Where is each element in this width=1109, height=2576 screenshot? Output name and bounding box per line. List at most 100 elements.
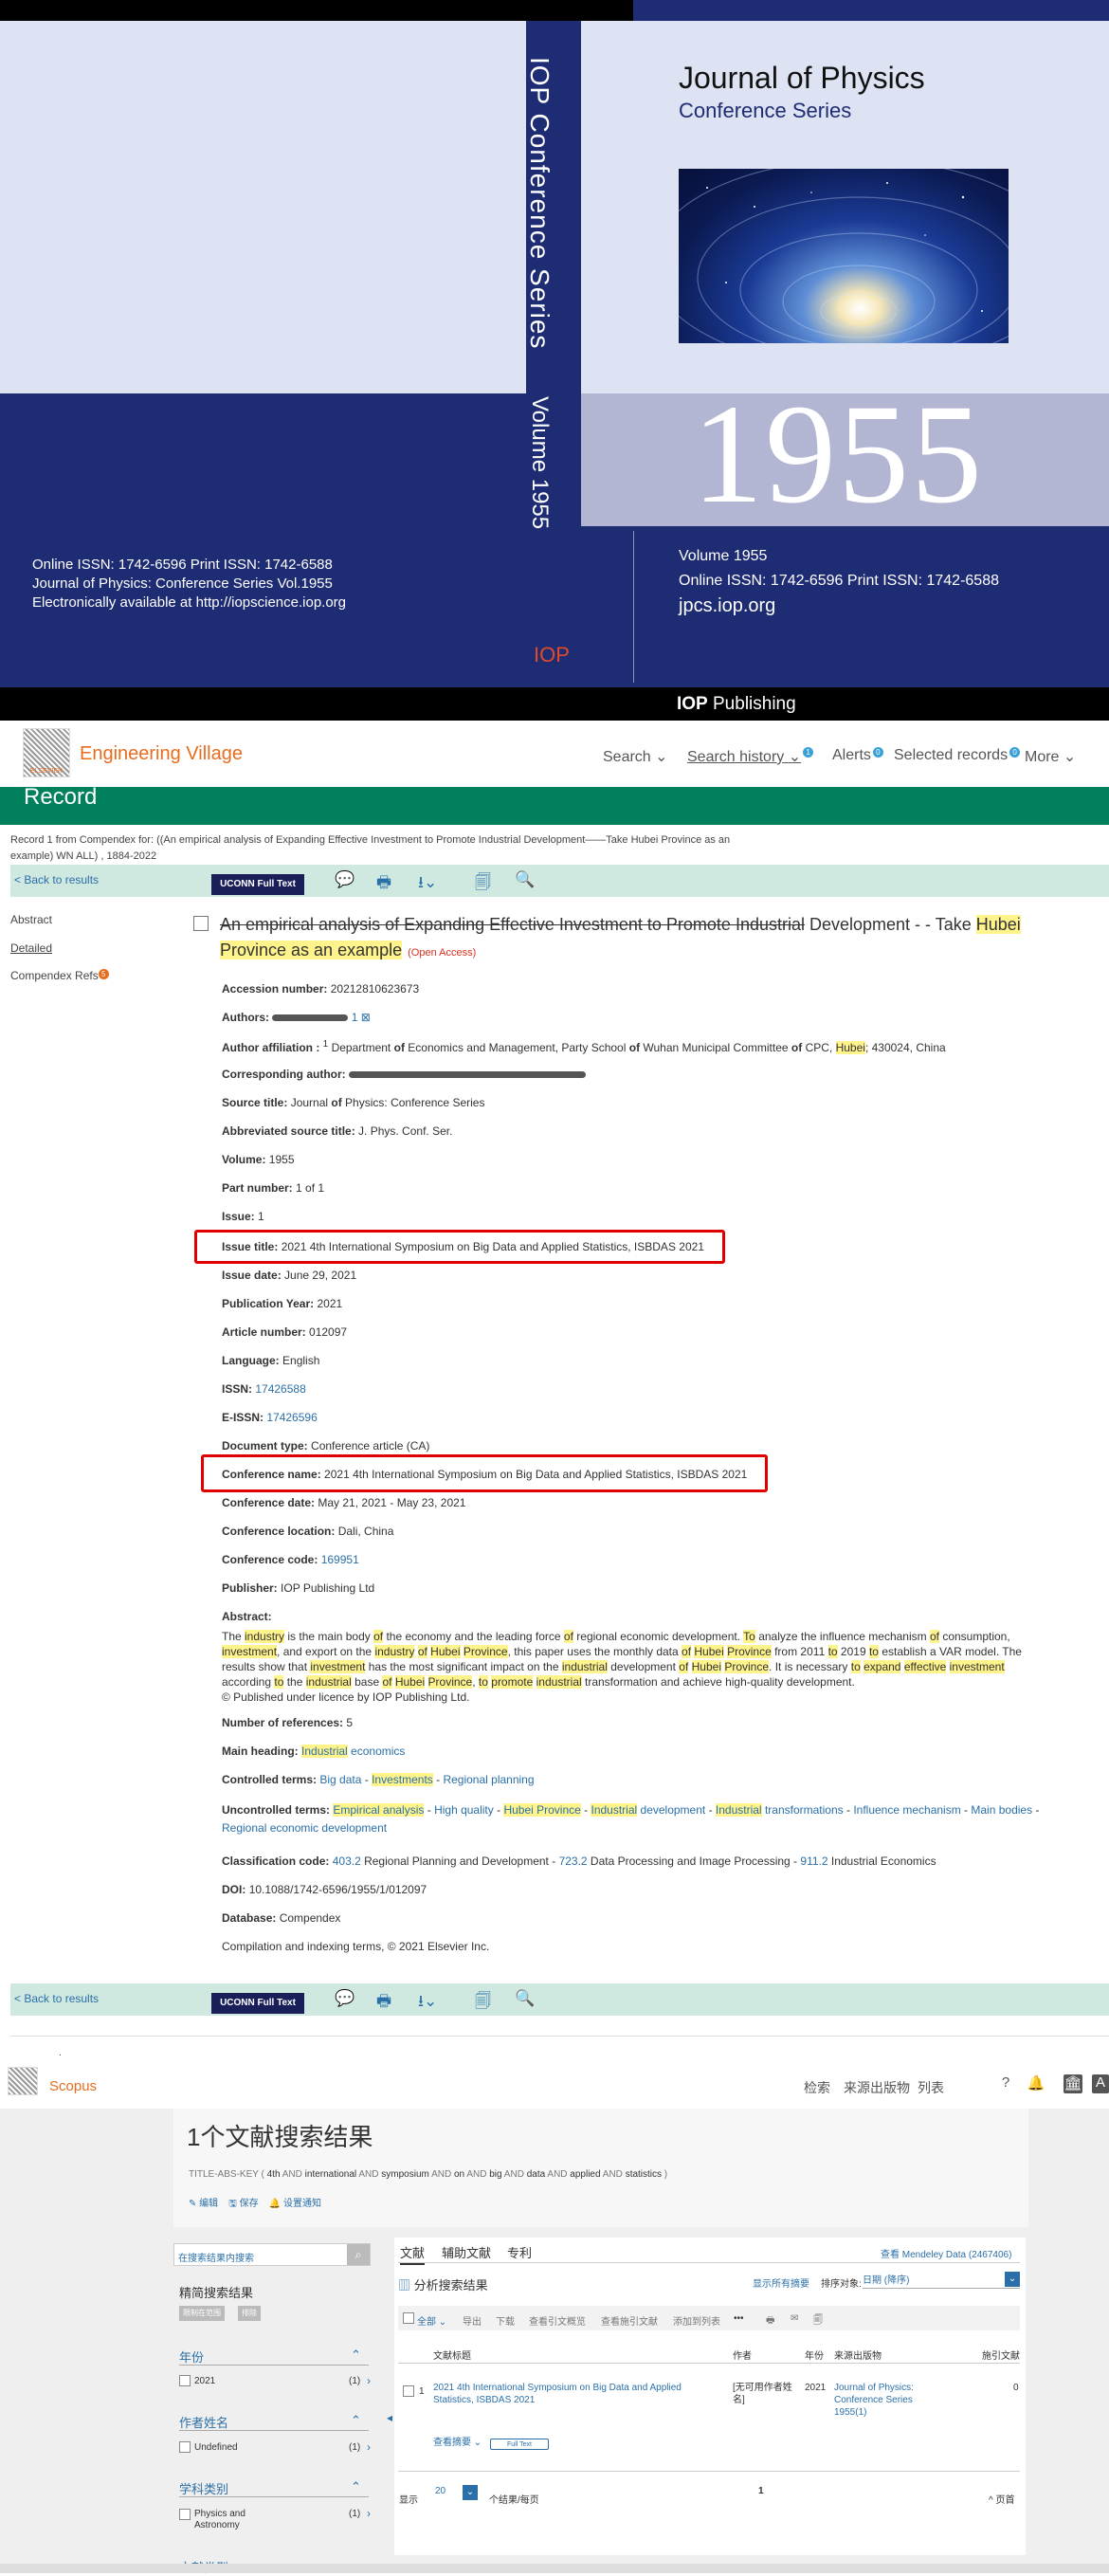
results-per-page-select[interactable]: 20 [435, 2486, 445, 2496]
chevron-up-icon[interactable]: ⌃ [351, 2413, 361, 2428]
download-icon[interactable]: ⭳⌄ [418, 870, 437, 898]
set-alert-button[interactable]: 🔔 设置通知 [269, 2199, 321, 2209]
back-to-results-link[interactable]: < Back to results [14, 873, 99, 886]
more-options-icon[interactable]: ••• [734, 2313, 744, 2324]
comment-icon[interactable]: 💬 [335, 870, 355, 889]
analyze-results-link[interactable]: ▥ 分析搜索结果 [398, 2275, 488, 2293]
show-all-abstracts-link[interactable]: 显示所有摘要 [753, 2275, 809, 2290]
search-icon[interactable]: 🔍 [515, 1989, 535, 2008]
controlled-term-link[interactable]: Big data [319, 1773, 361, 1786]
save-query-button[interactable]: 🖫 保存 [228, 2199, 258, 2209]
bibliography-icon[interactable]: 🗐 [813, 2313, 823, 2329]
chevron-right-icon[interactable]: › [367, 2440, 371, 2454]
uncontrolled-term-link[interactable]: High quality [434, 1803, 494, 1817]
uconn-full-text-button[interactable]: UCONN Full Text [211, 874, 304, 895]
select-all-dropdown[interactable]: 全部 ⌄ [417, 2313, 446, 2328]
cited-by-button[interactable]: 查看施引文献 [601, 2313, 658, 2328]
uncontrolled-term-link[interactable]: Main bodies [971, 1803, 1032, 1817]
classification-code-link[interactable]: 911.2 [800, 1854, 827, 1868]
facet-year-2021-checkbox[interactable] [179, 2375, 191, 2386]
uncontrolled-term-link[interactable]: Empirical analysis [333, 1803, 425, 1817]
side-detailed-link[interactable]: Detailed [10, 941, 52, 955]
issn-link[interactable]: 17426588 [255, 1382, 305, 1396]
mendeley-data-link[interactable]: 查看 Mendeley Data (2467406) [881, 2246, 1011, 2260]
controlled-term-link[interactable]: Investments [372, 1773, 433, 1786]
back-to-results-link-bottom[interactable]: < Back to results [14, 1992, 99, 2005]
column-header-authors[interactable]: 作者 [733, 2348, 752, 2362]
download-button[interactable]: 下载 [496, 2313, 515, 2328]
tab-patents[interactable]: 专利 [507, 2243, 532, 2261]
record-select-checkbox[interactable] [193, 916, 209, 931]
nav-search-history[interactable]: Search history ⌄ 1 [687, 747, 814, 766]
result-source-link[interactable]: Journal of Physics: Conference Series 19… [834, 2382, 938, 2419]
chevron-down-icon[interactable]: ⌄ [1005, 2272, 1020, 2287]
uncontrolled-term-link[interactable]: Industrial development [591, 1803, 705, 1817]
nav-search[interactable]: Search ⌄ [603, 747, 668, 766]
chevron-down-icon[interactable]: ⌄ [463, 2485, 478, 2500]
print-icon[interactable]: 🖶 [376, 870, 391, 898]
column-header-year[interactable]: 年份 [805, 2348, 824, 2362]
view-abstract-link[interactable]: 查看摘要 ⌄ [433, 2437, 482, 2449]
controlled-term-link[interactable]: Regional planning [443, 1773, 534, 1786]
add-to-list-button[interactable]: 添加到列表 [673, 2313, 720, 2328]
exclude-button[interactable]: 排除 [238, 2306, 261, 2321]
result-cited-by[interactable]: 0 [1013, 2382, 1019, 2394]
scopus-brand[interactable]: Scopus [49, 2078, 97, 2094]
tab-secondary-documents[interactable]: 辅助文献 [442, 2243, 491, 2261]
search-within-input[interactable]: 在搜索结果内搜索 ⌕ [173, 2243, 371, 2266]
nav-more[interactable]: More ⌄ [1025, 747, 1076, 766]
uncontrolled-term-link[interactable]: Influence mechanism [853, 1803, 960, 1817]
result-row-checkbox[interactable] [403, 2385, 414, 2397]
download-icon[interactable]: ⭳⌄ [418, 1989, 437, 2017]
author-email-icon[interactable]: 1 ⊠ [352, 1011, 371, 1024]
column-header-source[interactable]: 来源出版物 [834, 2348, 882, 2362]
institution-icon[interactable]: 🏛 [1064, 2074, 1082, 2093]
email-icon[interactable]: ✉ [791, 2313, 798, 2324]
facet-author-heading[interactable]: 作者姓名 [179, 2413, 228, 2431]
facet-subject-physics-checkbox[interactable] [179, 2509, 191, 2520]
chevron-right-icon[interactable]: › [367, 2507, 371, 2520]
nav-selected-records[interactable]: Selected records 0 [894, 747, 1021, 764]
side-compendex-refs-link[interactable]: Compendex Refs 5 [10, 969, 109, 982]
uncontrolled-term-link[interactable]: Hubei Province [503, 1803, 581, 1817]
facet-author-undefined-checkbox[interactable] [179, 2441, 191, 2453]
nav-lists-cn[interactable]: 列表 [918, 2078, 944, 2097]
full-text-button[interactable]: Full Text [490, 2439, 549, 2450]
chevron-up-icon[interactable]: ⌃ [351, 2479, 361, 2494]
eissn-link[interactable]: 17426596 [266, 1411, 317, 1424]
export-button[interactable]: 导出 [463, 2313, 482, 2328]
comment-icon[interactable]: 💬 [335, 1989, 355, 2008]
conference-code-link[interactable]: 169951 [321, 1553, 359, 1566]
limit-to-button[interactable]: 限制在范围 [179, 2306, 225, 2321]
classification-code-link[interactable]: 723.2 [559, 1854, 588, 1868]
side-abstract-link[interactable]: Abstract [10, 913, 52, 926]
column-header-cited-by[interactable]: 施引文献 [982, 2348, 1020, 2362]
facet-subject-heading[interactable]: 学科类别 [179, 2479, 228, 2497]
result-title-link[interactable]: 2021 4th International Symposium on Big … [433, 2382, 708, 2406]
uncontrolled-term-link[interactable]: Industrial transformations [715, 1803, 844, 1817]
citation-overview-button[interactable]: 查看引文概览 [529, 2313, 586, 2328]
save-folder-icon[interactable]: 🗐 [475, 1989, 491, 2017]
uncontrolled-term-link[interactable]: Regional economic development [222, 1821, 387, 1835]
collapse-sidebar-icon[interactable]: ◂ [387, 2412, 392, 2424]
column-header-title[interactable]: 文献标题 [433, 2348, 471, 2362]
back-to-top-link[interactable]: ^ 页首 [989, 2492, 1014, 2506]
bell-icon[interactable]: 🔔 [1027, 2074, 1045, 2093]
search-icon[interactable]: ⌕ [347, 2244, 370, 2265]
nav-alerts[interactable]: Alerts 0 [832, 747, 883, 764]
current-page-number[interactable]: 1 [758, 2486, 764, 2496]
print-icon[interactable]: 🖶 [376, 1989, 391, 2017]
uconn-full-text-button-bottom[interactable]: UCONN Full Text [211, 1993, 304, 2014]
print-icon[interactable]: 🖶 [766, 2313, 774, 2329]
select-all-checkbox[interactable] [403, 2312, 414, 2324]
nav-search-cn[interactable]: 检索 [804, 2078, 830, 2097]
chevron-right-icon[interactable]: › [367, 2374, 371, 2387]
search-icon[interactable]: 🔍 [515, 870, 535, 889]
sort-select[interactable]: 日期 (降序) ⌄ [863, 2272, 1020, 2289]
help-icon[interactable]: ? [996, 2074, 1015, 2093]
nav-sources-cn[interactable]: 来源出版物 [844, 2078, 910, 2097]
facet-year-heading[interactable]: 年份 [179, 2348, 204, 2366]
ev-brand[interactable]: Engineering Village [80, 743, 243, 765]
chevron-up-icon[interactable]: ⌃ [351, 2348, 361, 2363]
save-folder-icon[interactable]: 🗐 [475, 870, 491, 898]
